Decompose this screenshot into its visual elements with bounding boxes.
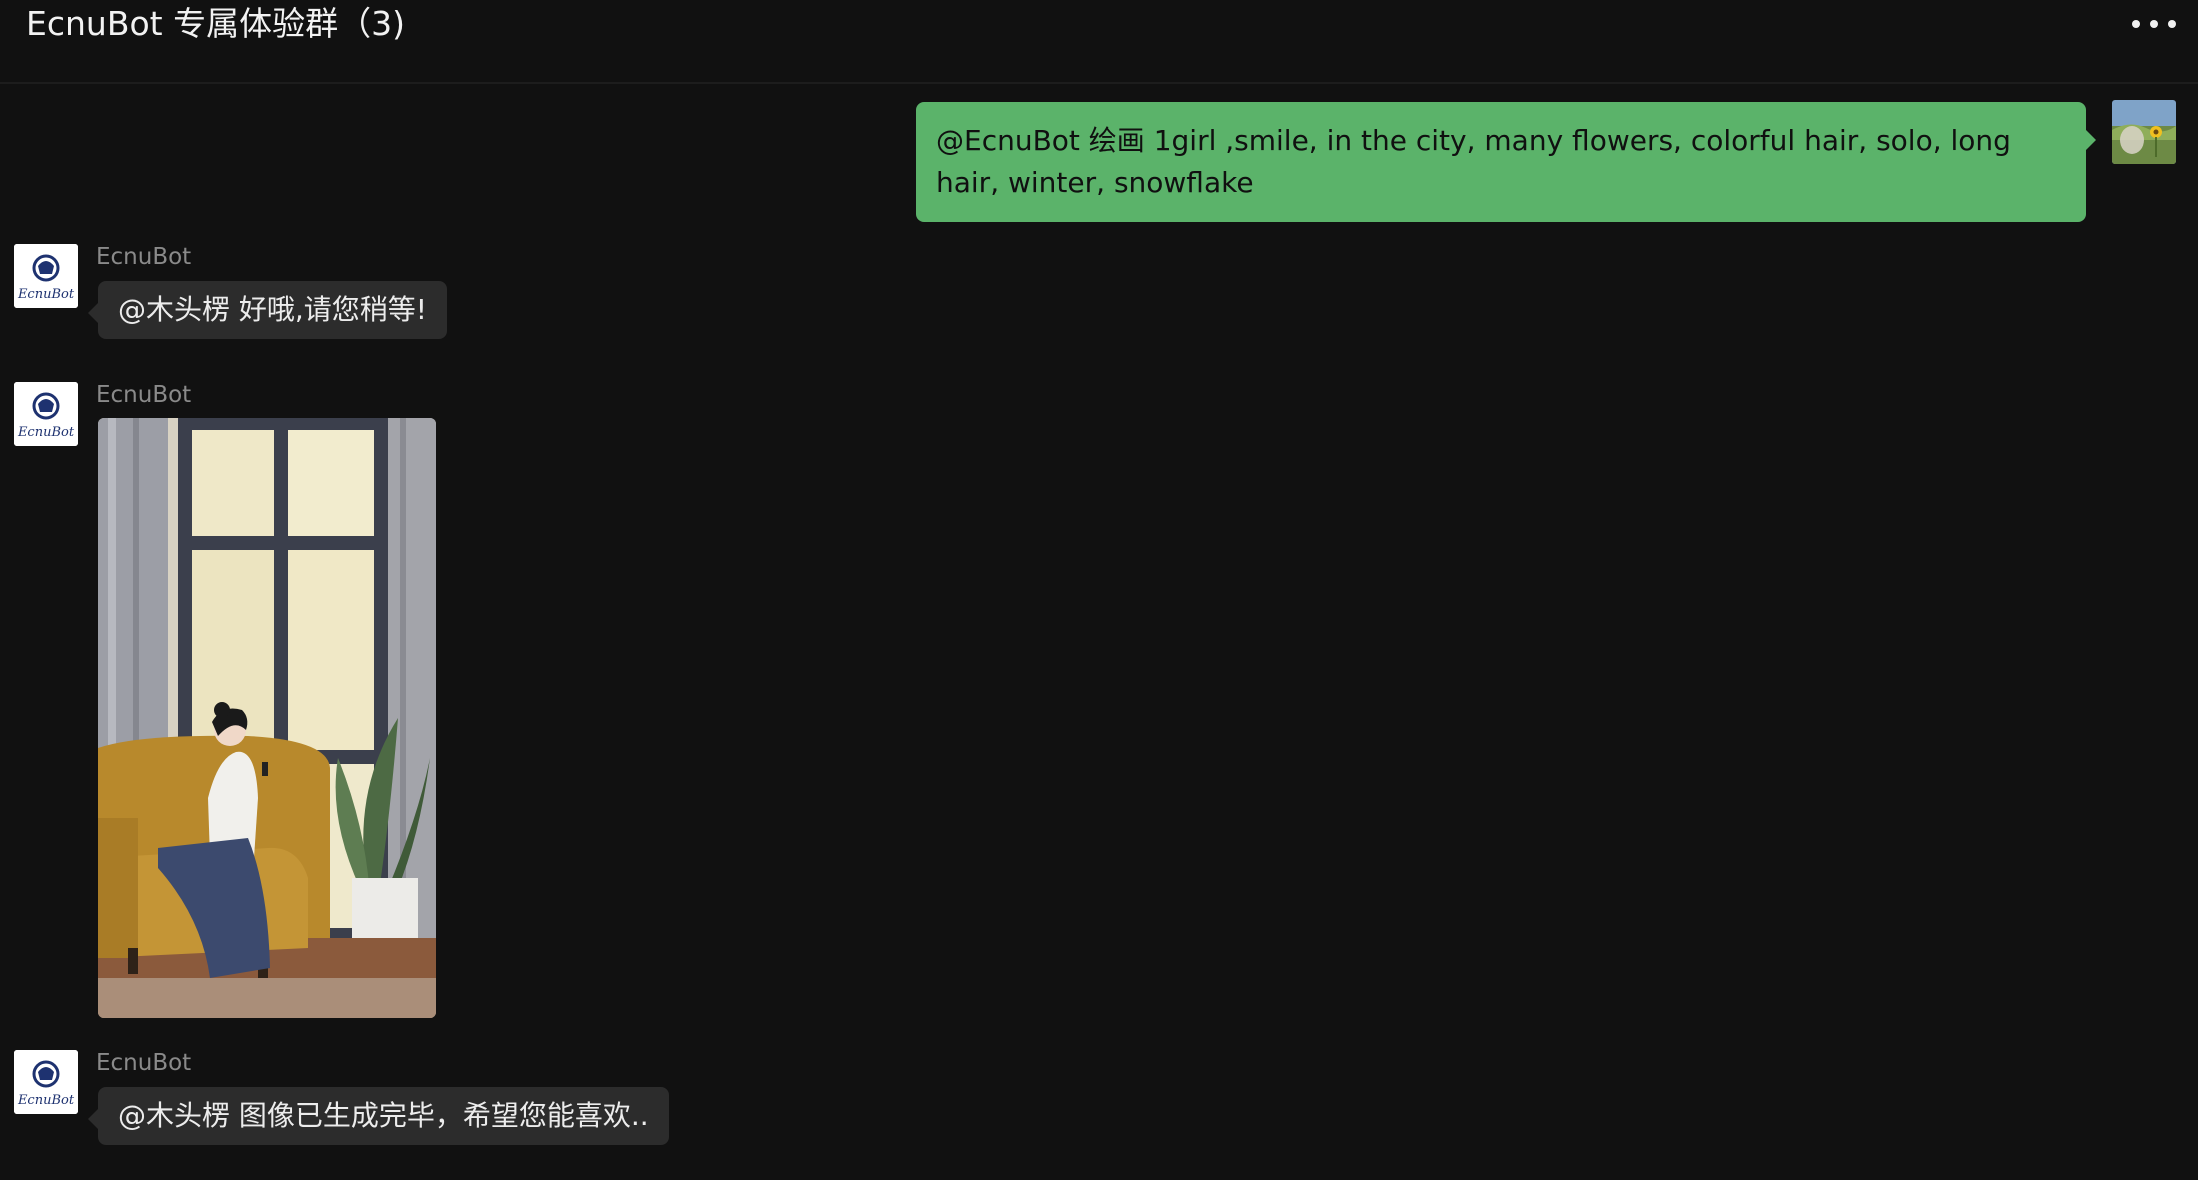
sender-name: EcnuBot — [96, 382, 192, 408]
incoming-message-text: @木头楞 图像已生成完毕，希望您能喜欢.. — [118, 1099, 649, 1132]
svg-text:EcnuBot: EcnuBot — [17, 1093, 75, 1108]
outgoing-message-bubble[interactable]: @EcnuBot 绘画 1girl ,smile, in the city, m… — [916, 102, 2096, 222]
sender-name: EcnuBot — [96, 1050, 192, 1076]
generated-image-message[interactable] — [98, 418, 436, 1018]
generated-illustration — [98, 418, 436, 1018]
ecnubot-avatar[interactable]: EcnuBot — [14, 1050, 78, 1114]
more-dots-icon[interactable] — [2132, 12, 2176, 36]
incoming-message-bubble[interactable]: @木头楞 图像已生成完毕，希望您能喜欢.. — [88, 1087, 669, 1145]
ecnubot-avatar[interactable]: EcnuBot — [14, 244, 78, 308]
incoming-message-text: @木头楞 好哦,请您稍等! — [118, 293, 428, 326]
user-avatar[interactable] — [2112, 100, 2176, 164]
sender-name: EcnuBot — [96, 244, 192, 270]
chat-header: EcnuBot 专属体验群（3) — [0, 0, 2198, 84]
svg-text:EcnuBot: EcnuBot — [17, 425, 75, 440]
outgoing-message-text: @EcnuBot 绘画 1girl ,smile, in the city, m… — [936, 124, 2011, 199]
incoming-message-bubble[interactable]: @木头楞 好哦,请您稍等! — [87, 281, 448, 339]
ecnubot-avatar[interactable]: EcnuBot — [14, 382, 78, 446]
svg-text:EcnuBot: EcnuBot — [17, 287, 75, 302]
chat-title: EcnuBot 专属体验群（3) — [26, 4, 405, 43]
